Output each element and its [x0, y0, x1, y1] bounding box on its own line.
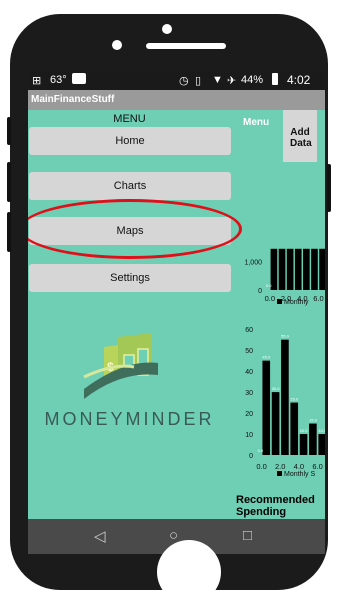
video-icon [72, 73, 86, 84]
y-tick-label: 50 [245, 348, 253, 355]
battery-icon [272, 73, 278, 85]
bar-value-label: 45.0 [262, 355, 271, 360]
monthly-spending-chart: 0 10 20 30 40 50 60 0.0 2.0 4.0 6.0 45.0 30.0 55.0 25.… [233, 319, 325, 479]
chart-bar [318, 434, 325, 455]
y-tick-label: 0 [258, 288, 262, 295]
status-bar: ⊞ 63° ◷ ▯ ▼ ✈ 44% 4:02 [28, 71, 325, 90]
chart-bar [290, 402, 299, 455]
speaker-grille [146, 43, 226, 49]
bar-value-label: 10.0 [300, 428, 309, 433]
camera-icon [162, 24, 172, 34]
chart-bar [286, 248, 294, 290]
bar-value-label: 25.0 [290, 397, 299, 402]
chart-bar [311, 248, 318, 290]
alarm-icon: ◷ [179, 75, 189, 87]
x-tick-label: 0.0 [265, 294, 275, 303]
bar-value-label: 30.0 [272, 386, 281, 391]
bar-value-label: 15.0 [309, 418, 318, 423]
menu-heading: MENU [113, 113, 146, 125]
airplane-icon: ✈ [227, 75, 237, 87]
chart-bar [299, 434, 308, 455]
recents-icon[interactable]: □ [243, 527, 252, 544]
legend-label: Monthly [284, 299, 309, 306]
volume-down-button [7, 212, 11, 252]
chart-bar [309, 423, 317, 455]
legend-swatch [277, 299, 282, 304]
y-tick-label: 30 [245, 390, 253, 397]
chart-bar [281, 339, 289, 455]
settings-button[interactable]: Settings [29, 264, 231, 292]
app-title-bar: MainFinanceStuff [28, 90, 325, 110]
moneyminder-logo: $ [74, 333, 184, 410]
chart-bar [319, 248, 325, 290]
legend-label: Monthly S [284, 471, 315, 478]
x-tick-label: 6.0 [313, 294, 323, 303]
volume-up-button [7, 162, 11, 202]
x-tick-label: 0.0 [256, 462, 266, 471]
temperature: 63° [50, 74, 67, 86]
recommended-spending-title: Recommended Spending [236, 494, 315, 518]
power-button [327, 164, 331, 212]
menu-label: Menu [243, 117, 270, 128]
maps-highlight-circle [28, 199, 242, 259]
y-tick-label: 20 [245, 411, 253, 418]
back-icon[interactable]: ◁ [94, 527, 106, 545]
chart-bar [271, 392, 280, 455]
chart-bar [262, 360, 271, 455]
charts-button[interactable]: Charts [29, 172, 231, 200]
vibrate-icon: ▯ [195, 75, 202, 87]
x-tick-label: 2.0 [275, 462, 285, 471]
add-data-button[interactable]: Add Data [283, 110, 317, 162]
clock: 4:02 [287, 73, 311, 87]
x-tick-label: 4.0 [294, 462, 304, 471]
chart-bar [294, 248, 302, 290]
add-data-label: Add Data [290, 127, 312, 149]
bar-value-label: 10.0 [318, 428, 325, 433]
y-tick-label: 60 [245, 327, 253, 334]
signal-icon: ⊞ [32, 75, 42, 87]
y-tick-label: 40 [245, 369, 253, 376]
legend-swatch [277, 471, 282, 476]
origin-value-label: 0.0 [258, 448, 264, 453]
ringer-switch [7, 117, 11, 145]
chart-bar [270, 248, 278, 290]
phone-home-button[interactable] [157, 540, 221, 604]
y-tick-label: 0 [249, 453, 253, 460]
x-tick-label: 6.0 [312, 462, 322, 471]
wifi-icon: ▼ [212, 74, 223, 86]
monthly-chart: 0 1,000 0.0 2.0 4.0 6.0 0.0 Monthly [233, 226, 325, 316]
chart-bar [303, 248, 310, 290]
app-screen: ⊞ 63° ◷ ▯ ▼ ✈ 44% 4:02 MainFinanceStuff … [28, 71, 325, 554]
sensor-icon [112, 40, 122, 50]
home-button[interactable]: Home [29, 127, 231, 155]
app-title: MainFinanceStuff [31, 94, 115, 105]
y-tick-label: 1,000 [244, 260, 262, 267]
brand-name: MONEYMINDER [44, 409, 215, 429]
origin-value-label: 0.0 [266, 283, 272, 288]
bar-value-label: 55.0 [281, 334, 290, 339]
y-tick-label: 10 [245, 432, 253, 439]
battery-percent: 44% [241, 74, 264, 86]
chart-bar [278, 248, 286, 290]
